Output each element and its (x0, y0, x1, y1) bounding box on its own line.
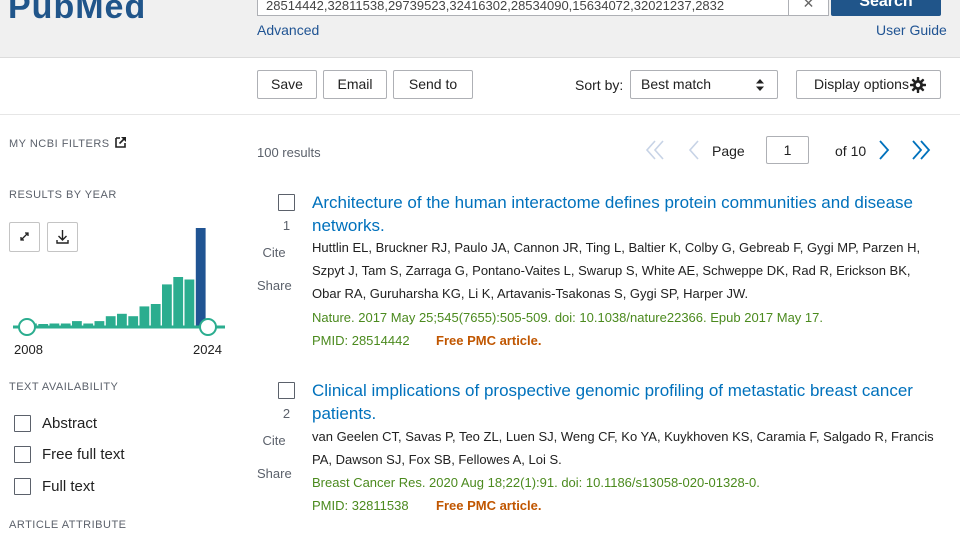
results-count: 100 results (257, 145, 321, 160)
page-total: of 10 (835, 143, 867, 159)
result-checkbox[interactable] (278, 382, 295, 399)
next-page-icon[interactable] (872, 138, 894, 162)
result-citation: Breast Cancer Res. 2020 Aug 18;22(1):91.… (312, 475, 760, 490)
result-checkbox[interactable] (278, 194, 295, 211)
cite-button[interactable]: Cite (257, 245, 291, 260)
year-end-label: 2024 (193, 342, 222, 357)
filter-label: Abstract (42, 415, 98, 432)
year-bar[interactable] (139, 306, 150, 326)
page-number-input[interactable]: 1 (766, 136, 809, 164)
checkbox[interactable] (14, 415, 31, 432)
year-range-start-handle[interactable] (18, 318, 36, 336)
year-bar[interactable] (117, 313, 127, 327)
share-button[interactable]: Share (257, 466, 292, 481)
last-page-icon[interactable] (910, 138, 932, 162)
text-availability-heading: TEXT AVAILABILITY (9, 381, 119, 393)
results-by-year-chart[interactable] (9, 222, 229, 342)
checkbox[interactable] (14, 446, 31, 463)
results-by-year-heading: RESULTS BY YEAR (9, 189, 117, 201)
sort-value: Best match (641, 76, 712, 92)
filter-label: Full text (42, 478, 95, 495)
advanced-search-link[interactable]: Advanced (257, 22, 319, 38)
result-pmid: PMID: 28514442 (312, 333, 410, 348)
send-to-button[interactable]: Send to (393, 70, 473, 99)
checkbox[interactable] (14, 478, 31, 495)
year-range-end-handle[interactable] (199, 318, 217, 336)
free-pmc-badge: Free PMC article. (436, 333, 542, 348)
year-bar[interactable] (105, 316, 116, 326)
result-authors: Huttlin EL, Bruckner RJ, Paulo JA, Canno… (312, 240, 921, 301)
result-title-link[interactable]: Architecture of the human interactome de… (312, 191, 932, 237)
cite-button[interactable]: Cite (257, 433, 291, 448)
external-link-icon[interactable] (115, 136, 127, 148)
result-number: 2 (282, 406, 291, 421)
page-label: Page (712, 143, 745, 159)
save-button[interactable]: Save (257, 70, 317, 99)
share-button[interactable]: Share (257, 278, 292, 293)
filter-label: Free full text (42, 446, 125, 463)
result-title-link[interactable]: Clinical implications of prospective gen… (312, 379, 932, 425)
result-pmid: PMID: 32811538 (312, 498, 409, 513)
my-ncbi-filters-heading[interactable]: MY NCBI FILTERS (9, 138, 110, 150)
sort-select[interactable]: Best match (630, 70, 778, 99)
logo-text: PubMed (8, 0, 147, 26)
result-number: 1 (282, 218, 291, 233)
year-bar[interactable] (184, 279, 195, 327)
display-options-button[interactable]: Display options (796, 70, 941, 99)
year-bar[interactable] (150, 304, 161, 327)
year-bar[interactable] (195, 228, 206, 326)
previous-page-icon[interactable] (684, 138, 706, 162)
search-box[interactable] (257, 0, 789, 16)
user-guide-link[interactable]: User Guide (876, 22, 947, 38)
email-button[interactable]: Email (323, 70, 387, 99)
pubmed-logo[interactable]: PubMed (0, 0, 170, 28)
toolbar-divider (0, 114, 960, 115)
display-options-label: Display options (814, 76, 909, 92)
year-bar[interactable] (173, 277, 184, 326)
close-icon: ✕ (802, 0, 815, 11)
article-attribute-heading: ARTICLE ATTRIBUTE (9, 519, 127, 531)
header-bar: PubMed ✕ Search Advanced User Guide (0, 0, 960, 58)
gear-icon (910, 77, 926, 93)
result-authors: van Geelen CT, Savas P, Teo ZL, Luen SJ,… (312, 429, 934, 467)
year-bar[interactable] (162, 284, 172, 326)
clear-search-button[interactable]: ✕ (789, 0, 829, 16)
free-pmc-badge: Free PMC article. (436, 498, 542, 513)
year-start-label: 2008 (14, 342, 43, 357)
result-citation: Nature. 2017 May 25;545(7655):505-509. d… (312, 310, 823, 325)
year-bar[interactable] (128, 316, 139, 326)
year-bar[interactable] (94, 321, 105, 326)
sort-label: Sort by: (575, 77, 624, 93)
year-bar[interactable] (72, 321, 82, 326)
first-page-icon[interactable] (644, 138, 666, 162)
search-input[interactable] (258, 0, 788, 15)
sort-arrows-icon (756, 79, 764, 91)
search-button[interactable]: Search (831, 0, 941, 16)
